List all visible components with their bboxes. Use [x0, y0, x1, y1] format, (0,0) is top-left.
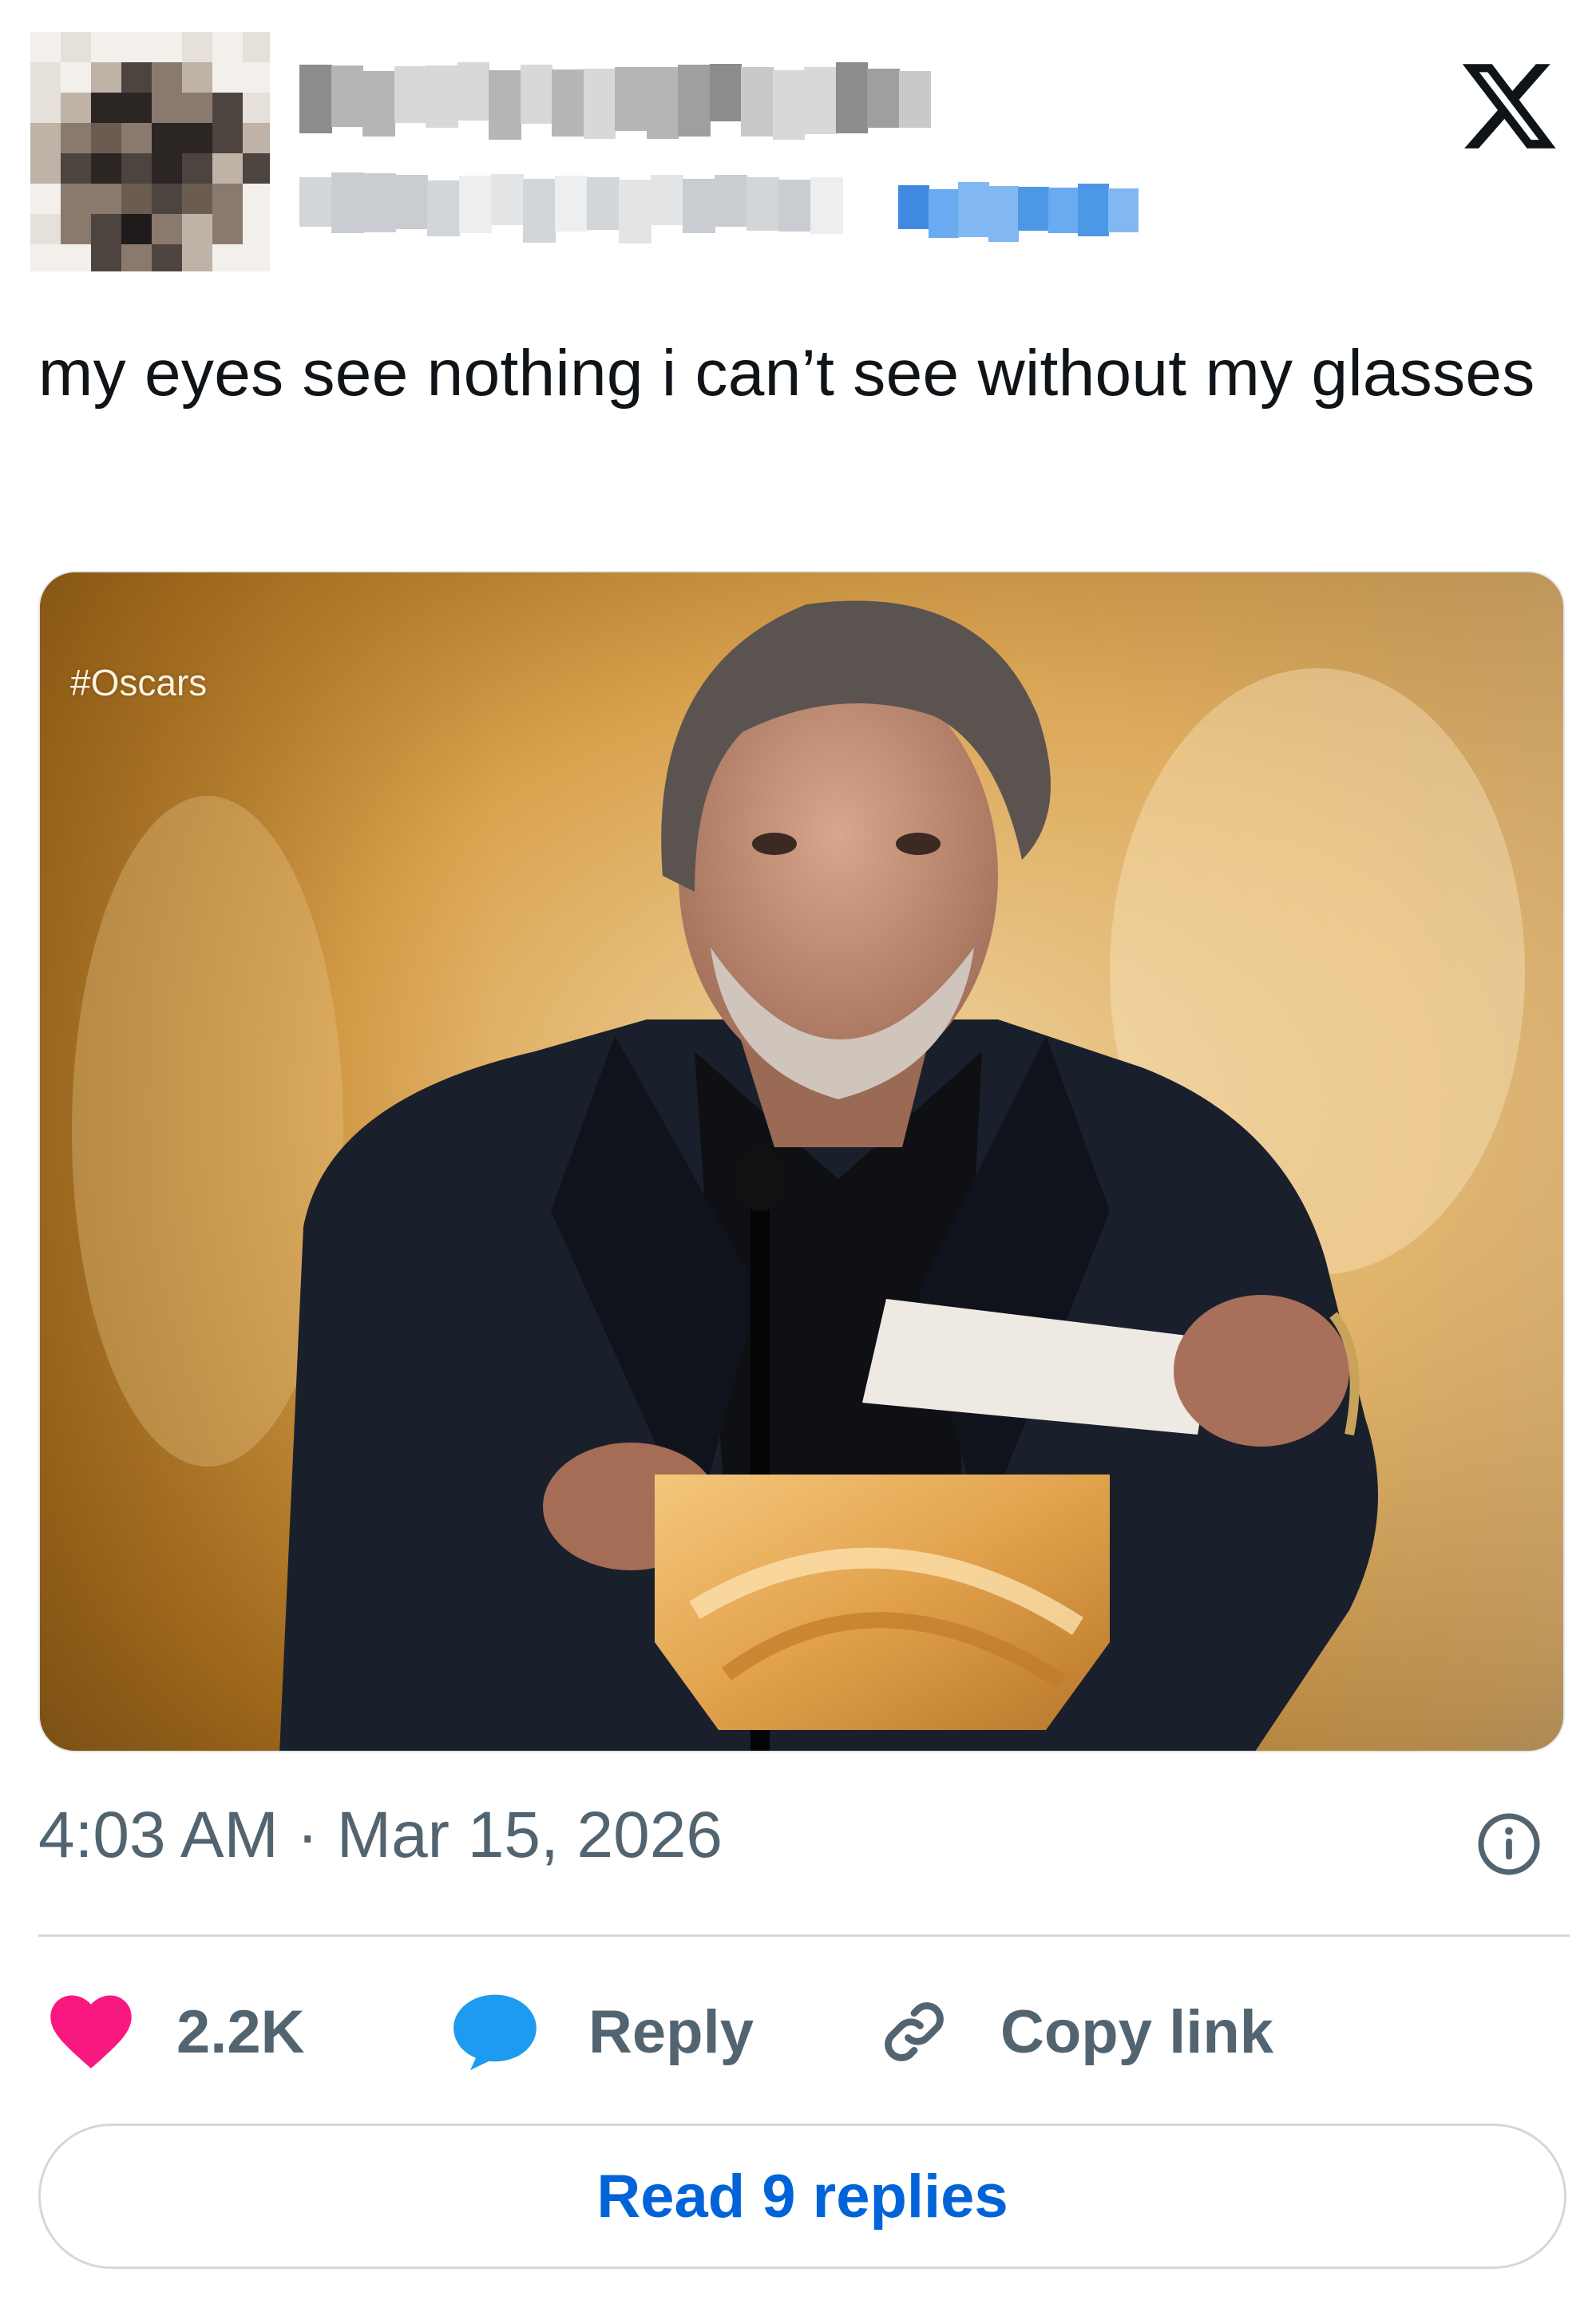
avatar[interactable] — [30, 32, 270, 271]
tweet-text: my eyes see nothing i can’t see without … — [38, 337, 1535, 410]
tweet-date: Mar 15, 2026 — [336, 1799, 723, 1871]
info-icon[interactable] — [1475, 1811, 1543, 1878]
like-button[interactable]: 2.2K — [50, 1988, 305, 2076]
reply-button[interactable]: Reply — [451, 1988, 754, 2076]
tweet-time: 4:03 AM — [38, 1799, 279, 1871]
link-icon — [885, 2002, 944, 2061]
handle-blurred — [299, 172, 843, 243]
divider — [38, 1934, 1570, 1937]
display-name-blurred[interactable] — [299, 62, 931, 140]
reply-bubble-icon — [453, 1994, 537, 2071]
likes-count: 2.2K — [176, 1997, 305, 2066]
media-overlay-hashtag: #Oscars — [70, 662, 208, 703]
read-replies-button[interactable]: Read 9 replies — [38, 2124, 1566, 2269]
read-replies-label: Read 9 replies — [596, 2162, 1008, 2231]
timestamp-separator: · — [296, 1799, 319, 1871]
x-logo-icon[interactable] — [1457, 54, 1561, 158]
follow-link-blurred[interactable] — [898, 182, 1139, 246]
copy-link-button[interactable]: Copy link — [874, 1988, 1273, 2076]
tweet-timestamp[interactable]: 4:03 AM · Mar 15, 2026 — [38, 1798, 723, 1873]
heart-icon — [50, 1995, 132, 2068]
tweet-media-image[interactable] — [38, 571, 1565, 1752]
reply-label: Reply — [588, 1997, 754, 2066]
copy-link-label: Copy link — [1000, 1997, 1274, 2066]
